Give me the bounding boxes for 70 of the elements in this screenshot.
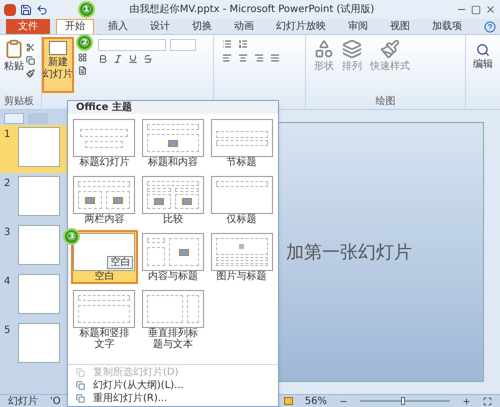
paste-button[interactable]: 粘贴: [4, 39, 24, 74]
slide-thumbnail-row[interactable]: 1: [0, 125, 67, 173]
slides-icon: [76, 394, 85, 403]
slide-number: 3: [4, 226, 12, 240]
italic-icon[interactable]: [113, 54, 123, 64]
slide-thumbnail[interactable]: [18, 274, 60, 314]
slide-thumbnail[interactable]: [18, 323, 60, 363]
normal-view-icon[interactable]: [284, 397, 293, 405]
font-name-field[interactable]: [98, 39, 166, 51]
slide-thumbnail-row[interactable]: 4: [0, 272, 67, 320]
ribbon-tab[interactable]: 插入: [100, 19, 136, 34]
format-painter-icon[interactable]: [26, 69, 35, 78]
slides-icon: [76, 381, 85, 390]
bullets-icon[interactable]: [222, 39, 232, 49]
zoom-level: 56%: [304, 394, 327, 407]
new-slide-button[interactable]: 新建 幻灯片: [42, 37, 74, 93]
help-icon[interactable]: [484, 21, 496, 33]
font-size-field[interactable]: [170, 39, 196, 51]
tooltip: 空白: [107, 256, 134, 269]
align-right-icon[interactable]: [254, 53, 264, 63]
zoom-in-icon[interactable]: [462, 396, 471, 406]
save-icon[interactable]: [20, 4, 32, 16]
cut-icon[interactable]: [26, 43, 35, 52]
app-icon: [4, 4, 16, 16]
menu-item[interactable]: 幻灯片(从大纲)(L)...: [68, 379, 278, 392]
file-tab[interactable]: 文件: [6, 19, 50, 34]
copy-icon[interactable]: [26, 56, 35, 65]
window-title: 由我想起你MV.pptx - Microsoft PowerPoint (试用版): [130, 2, 374, 17]
slide-thumbnail[interactable]: [18, 176, 60, 216]
menu-item[interactable]: 重用幻灯片(R)...: [68, 392, 278, 405]
ribbon-tab[interactable]: 动画: [226, 19, 262, 34]
fit-window-icon[interactable]: [483, 396, 492, 406]
shapes-icon: [314, 39, 334, 59]
slide-thumbnail-row[interactable]: 2: [0, 174, 67, 222]
undo-icon[interactable]: [36, 4, 48, 16]
maximize-icon[interactable]: [471, 4, 481, 14]
editing-button[interactable]: 编辑: [466, 35, 500, 109]
ribbon-tab[interactable]: 审阅: [340, 19, 376, 34]
slide-count: 幻灯片: [8, 394, 38, 407]
group-label: 绘图: [374, 95, 396, 109]
strikethrough-icon[interactable]: [143, 54, 153, 64]
close-icon[interactable]: [485, 4, 496, 15]
slide-thumbnail[interactable]: [18, 127, 60, 167]
zoom-thumb[interactable]: [400, 397, 404, 405]
ribbon-tab[interactable]: 加载项: [424, 19, 470, 34]
slides-icon: [76, 368, 85, 377]
underline-icon[interactable]: [128, 54, 138, 64]
slide-number: 4: [4, 275, 12, 289]
layout-icon[interactable]: [78, 53, 87, 62]
ribbon-tab[interactable]: 设计: [142, 19, 178, 34]
brush-icon: [380, 39, 400, 59]
ribbon-tab[interactable]: 幻灯片放映: [268, 19, 334, 34]
align-left-icon[interactable]: [222, 53, 232, 63]
bold-icon[interactable]: [98, 54, 108, 64]
slide-number: 5: [4, 324, 12, 338]
ribbon-tab[interactable]: 视图: [382, 19, 418, 34]
slide-number: 1: [4, 128, 12, 142]
slide-placeholder-text: 加第一张幻灯片: [286, 240, 412, 264]
slide-number: 2: [4, 177, 12, 191]
align-center-icon[interactable]: [238, 53, 248, 63]
ribbon-tab[interactable]: 切换: [184, 19, 220, 34]
theme-name: 'O: [50, 394, 61, 407]
slide-thumbnail-row[interactable]: 5: [0, 321, 67, 369]
layers-icon: [342, 39, 362, 59]
gallery-heading: Office 主题: [68, 101, 278, 114]
numbering-icon[interactable]: [238, 39, 248, 49]
slide-thumbnail[interactable]: [18, 225, 60, 265]
justify-icon[interactable]: [270, 53, 280, 63]
ribbon-tab[interactable]: 开始: [56, 19, 94, 34]
group-label: 剪贴板: [3, 94, 35, 109]
